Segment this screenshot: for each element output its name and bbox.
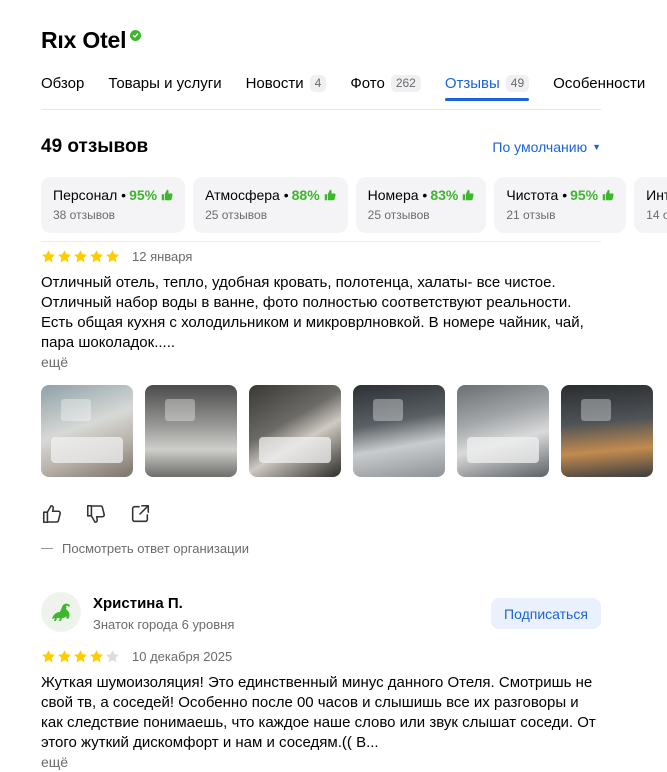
caret-down-icon: ▼: [592, 142, 601, 152]
verified-check-icon: [130, 30, 142, 41]
tab-news[interactable]: Новости 4: [246, 72, 327, 94]
tab-count-badge: 49: [505, 74, 530, 92]
star-filled-icon: [42, 650, 55, 663]
aspect-percent: 83%: [430, 187, 459, 203]
aspect-name: Номера: [367, 187, 419, 203]
star-rating: [41, 249, 121, 264]
org-reply-link[interactable]: Посмотреть ответ организации: [41, 541, 249, 556]
star-rating: [41, 649, 121, 664]
tab-label: Товары и услуги: [108, 74, 222, 92]
tab-label: Особенности: [553, 74, 646, 92]
share-icon[interactable]: [129, 503, 151, 525]
aspect-chip-staff[interactable]: Персонал • 95% 38 отзывов: [41, 177, 186, 233]
star-filled-icon: [58, 250, 71, 263]
aspect-reviews-count: 38 отзывов: [53, 208, 116, 222]
review-photo[interactable]: [561, 385, 653, 477]
read-more-link[interactable]: ещё: [41, 754, 68, 770]
review-rating-row: 10 декабря 2025: [41, 649, 232, 664]
review-photo[interactable]: [457, 385, 549, 477]
review-date: 12 января: [132, 249, 193, 264]
aspect-reviews-count: 25 отзывов: [367, 208, 430, 222]
read-more-link[interactable]: ещё: [41, 354, 68, 370]
author-level: Знаток города 6 уровня: [93, 617, 235, 632]
tab-overview[interactable]: Обзор: [41, 72, 84, 94]
star-filled-icon: [90, 250, 103, 263]
sort-label: По умолчанию: [492, 139, 588, 155]
aspect-name: Инт: [646, 187, 667, 203]
thumbs-up-icon: [462, 189, 474, 201]
tab-label: Новости: [245, 74, 304, 92]
aspect-reviews-count: 21 отзыв: [506, 208, 556, 222]
dash-divider: [41, 548, 53, 549]
aspect-name: Персонал: [53, 187, 118, 203]
sort-dropdown[interactable]: По умолчанию ▼: [492, 139, 601, 155]
dislike-icon[interactable]: [85, 503, 107, 525]
aspect-percent: 88%: [291, 187, 320, 203]
subscribe-button[interactable]: Подписаться: [491, 598, 601, 629]
aspect-chip-atmosphere[interactable]: Атмосфера • 88% 25 отзывов: [193, 177, 348, 233]
aspect-chip-cleanliness[interactable]: Чистота • 95% 21 отзыв: [494, 177, 627, 233]
aspect-percent: 95%: [570, 187, 599, 203]
star-empty-icon: [106, 650, 119, 663]
review-rating-row: 12 января: [41, 249, 192, 264]
tab-reviews[interactable]: Отзывы 49: [444, 72, 530, 101]
star-filled-icon: [42, 250, 55, 263]
aspect-chip-rooms[interactable]: Номера • 83% 25 отзывов: [355, 177, 487, 233]
divider: [41, 241, 601, 242]
aspect-name: Чистота: [506, 187, 559, 203]
aspect-reviews-count: 25 отзывов: [205, 208, 268, 222]
like-icon[interactable]: [41, 503, 63, 525]
author-name[interactable]: Христина П.: [93, 595, 183, 612]
tab-label: Обзор: [41, 74, 85, 92]
tab-count-badge: 262: [390, 74, 421, 92]
star-filled-icon: [58, 650, 71, 663]
aspect-percent: 95%: [129, 187, 158, 203]
reviews-count-heading: 49 отзывов: [41, 136, 149, 157]
hotel-title: Rıx Otel: [41, 27, 142, 54]
org-reply-label: Посмотреть ответ организации: [62, 541, 250, 556]
review-photo[interactable]: [41, 385, 133, 477]
review-photos: [41, 385, 667, 477]
tab-features[interactable]: Особенности: [553, 72, 645, 94]
hotel-name: Rıx Otel: [41, 27, 127, 53]
thumbs-up-icon: [324, 189, 336, 201]
tab-label: Отзывы: [444, 74, 500, 92]
review-photo[interactable]: [145, 385, 237, 477]
star-filled-icon: [106, 250, 119, 263]
thumbs-up-icon: [161, 189, 173, 201]
aspect-name: Атмосфера: [205, 187, 280, 203]
tab-photos[interactable]: Фото 262: [350, 72, 421, 94]
tab-goods-services[interactable]: Товары и услуги: [108, 72, 221, 94]
thumbs-up-icon: [602, 189, 614, 201]
aspect-chips: Персонал • 95% 38 отзывов Атмосфера • 88% …: [41, 177, 667, 233]
tabs-divider: [41, 109, 601, 110]
tab-label: Фото: [350, 74, 385, 92]
aspect-reviews-count: 14 о: [646, 208, 667, 222]
dinosaur-icon: [52, 603, 70, 621]
review-photo[interactable]: [353, 385, 445, 477]
avatar[interactable]: [41, 592, 81, 632]
star-filled-icon: [74, 250, 87, 263]
star-filled-icon: [74, 650, 87, 663]
review-photo[interactable]: [249, 385, 341, 477]
review-text: Отличный отель, тепло, удобная кровать, …: [41, 274, 584, 351]
review-actions: [41, 503, 173, 525]
tab-count-badge: 4: [309, 74, 327, 92]
star-filled-icon: [90, 650, 103, 663]
aspect-chip-interior[interactable]: Инт 14 о: [634, 177, 667, 233]
tabs-bar: Обзор Товары и услуги Новости 4 Фото 262 О…: [41, 72, 667, 101]
review-text: Жуткая шумоизоляция! Это единственный ми…: [41, 674, 596, 751]
review-date: 10 декабря 2025: [132, 649, 233, 664]
